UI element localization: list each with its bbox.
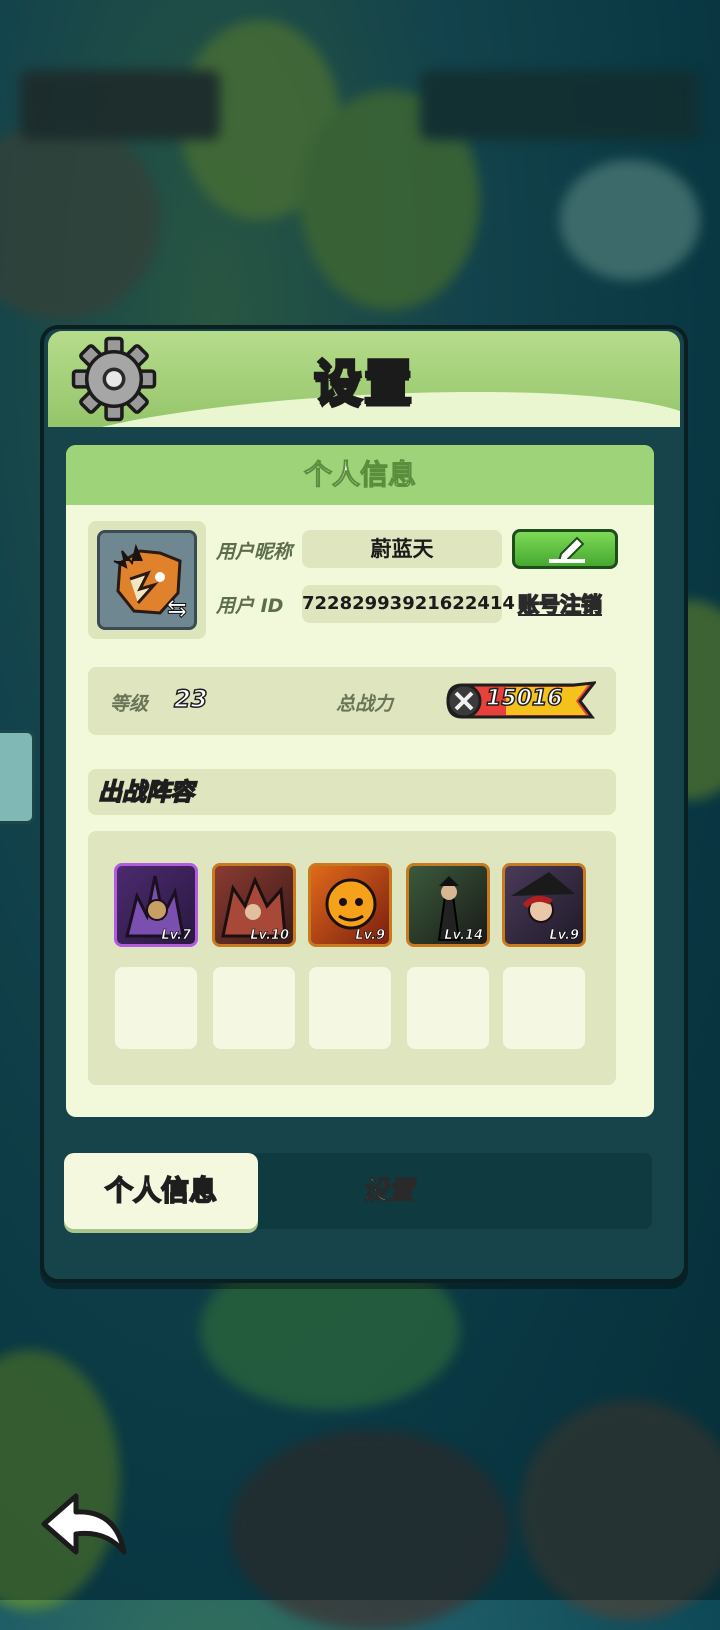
hero-level: Lv.14 — [444, 928, 483, 944]
swap-icon[interactable]: ⇆ — [164, 595, 190, 622]
nickname-label: 用户昵称 — [216, 541, 293, 563]
level-value: 23 — [173, 684, 208, 714]
hero-slot[interactable]: Lv.14 — [406, 863, 490, 947]
nickname-field: 蔚蓝天 — [302, 530, 502, 568]
side-panel-tab[interactable] — [0, 730, 35, 824]
hero-level: Lv.9 — [549, 928, 579, 944]
empty-slot[interactable] — [309, 967, 391, 1049]
edit-nickname-button[interactable] — [512, 529, 618, 569]
level-label: 等级 — [110, 693, 149, 715]
empty-slot[interactable] — [503, 967, 585, 1049]
avatar[interactable]: ⇆ — [97, 530, 197, 630]
stats-bar: 等级 23 总战力 15016 — [88, 667, 616, 735]
edit-icon — [549, 536, 585, 564]
power-badge: 15016 — [446, 681, 596, 721]
settings-dialog: 设置 个人信息 ⇆ 用户昵称 蔚蓝天 用户 ID 722829939216224… — [40, 325, 688, 1283]
tab-settings[interactable]: 设置 — [328, 1153, 448, 1229]
hero-slot[interactable]: Lv.7 — [114, 863, 198, 947]
empty-slot[interactable] — [407, 967, 489, 1049]
profile-panel: 个人信息 ⇆ 用户昵称 蔚蓝天 用户 ID 72282993921622414 … — [66, 445, 654, 1117]
power-value: 15016 — [485, 685, 563, 712]
tab-bar: 个人信息 设置 — [64, 1153, 652, 1229]
back-arrow-icon[interactable] — [36, 1490, 130, 1560]
panel-title: 个人信息 — [66, 445, 654, 505]
empty-slot[interactable] — [213, 967, 295, 1049]
hero-slot[interactable]: Lv.9 — [308, 863, 392, 947]
hero-level: Lv.9 — [355, 928, 385, 944]
empty-slot[interactable] — [115, 967, 197, 1049]
user-id-label: 用户 ID — [216, 595, 284, 617]
hero-slot[interactable]: Lv.9 — [502, 863, 586, 947]
avatar-frame[interactable]: ⇆ — [88, 521, 206, 639]
cancel-account-link[interactable]: 账号注销 — [517, 589, 603, 619]
tab-profile[interactable]: 个人信息 — [64, 1153, 258, 1229]
hero-level: Lv.7 — [161, 928, 191, 944]
lineup-grid: Lv.7 Lv.10 Lv.9 Lv.14 Lv.9 — [88, 831, 616, 1085]
hero-slot[interactable]: Lv.10 — [212, 863, 296, 947]
dialog-title: 设置 — [312, 354, 414, 413]
power-label: 总战力 — [336, 693, 394, 715]
dialog-header: 设置 — [48, 331, 680, 427]
lineup-title: 出战阵容 — [88, 769, 616, 815]
hero-level: Lv.10 — [250, 928, 289, 944]
user-id-field: 72282993921622414 — [302, 585, 515, 623]
